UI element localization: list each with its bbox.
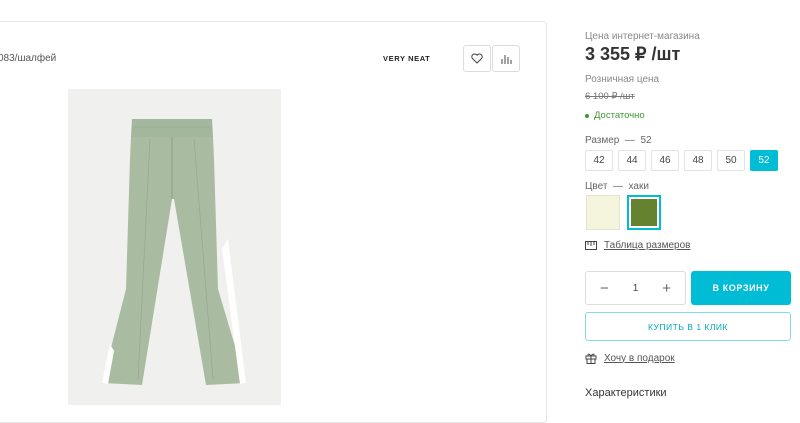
size-selected: 52 — [640, 135, 652, 146]
add-to-cart-button[interactable]: В КОРЗИНУ — [691, 271, 791, 305]
size-heading: Размер — 52 — [585, 135, 652, 146]
gift-link[interactable]: Хочу в подарок — [585, 352, 675, 364]
brand-name[interactable]: VERY NEAT — [383, 54, 430, 63]
gift-icon — [585, 353, 597, 364]
quantity-value[interactable]: 1 — [633, 283, 639, 294]
size-option-48[interactable]: 48 — [684, 150, 712, 171]
product-photo[interactable] — [68, 89, 281, 405]
increase-quantity-button[interactable]: + — [662, 281, 671, 296]
pants-image — [102, 119, 246, 385]
size-options: 42 44 46 48 50 52 — [585, 150, 778, 171]
heart-icon — [471, 53, 483, 64]
buy-one-click-button[interactable]: КУПИТЬ В 1 КЛИК — [585, 312, 791, 341]
size-option-52[interactable]: 52 — [750, 150, 778, 171]
bar-chart-icon — [501, 54, 512, 64]
size-table-link[interactable]: Таблица размеров — [585, 240, 690, 251]
stock-text: Достаточно — [594, 110, 645, 121]
color-swatch-khaki-fill — [631, 199, 657, 226]
color-selected: хаки — [628, 181, 649, 192]
retail-price: 6 100 ₽ /шт — [585, 91, 635, 102]
color-label: Цвет — [585, 181, 608, 192]
retail-price-label: Розничная цена — [585, 74, 660, 85]
stock-dot-icon — [585, 113, 589, 118]
size-option-50[interactable]: 50 — [717, 150, 745, 171]
size-option-42[interactable]: 42 — [585, 150, 613, 171]
size-option-44[interactable]: 44 — [618, 150, 646, 171]
ruler-icon — [585, 241, 597, 250]
size-option-46[interactable]: 46 — [651, 150, 679, 171]
quantity-stepper[interactable]: − 1 + — [585, 271, 686, 305]
online-price-label: Цена интернет-магазина — [585, 31, 700, 42]
size-table-label: Таблица размеров — [604, 240, 691, 251]
online-price: 3 355 ₽ /шт — [585, 44, 681, 64]
decrease-quantity-button[interactable]: − — [600, 281, 609, 296]
color-swatch-cream[interactable] — [586, 195, 620, 230]
compare-button[interactable] — [492, 45, 520, 72]
stock-status: Достаточно — [585, 110, 645, 121]
favorite-button[interactable] — [463, 45, 491, 72]
size-label: Размер — [585, 135, 620, 146]
color-heading: Цвет — хаки — [585, 181, 649, 192]
product-sku-color: 083/шалфей — [0, 53, 57, 64]
color-swatch-khaki[interactable] — [627, 195, 661, 230]
characteristics-heading[interactable]: Характеристики — [585, 387, 667, 399]
gift-label: Хочу в подарок — [604, 352, 675, 364]
